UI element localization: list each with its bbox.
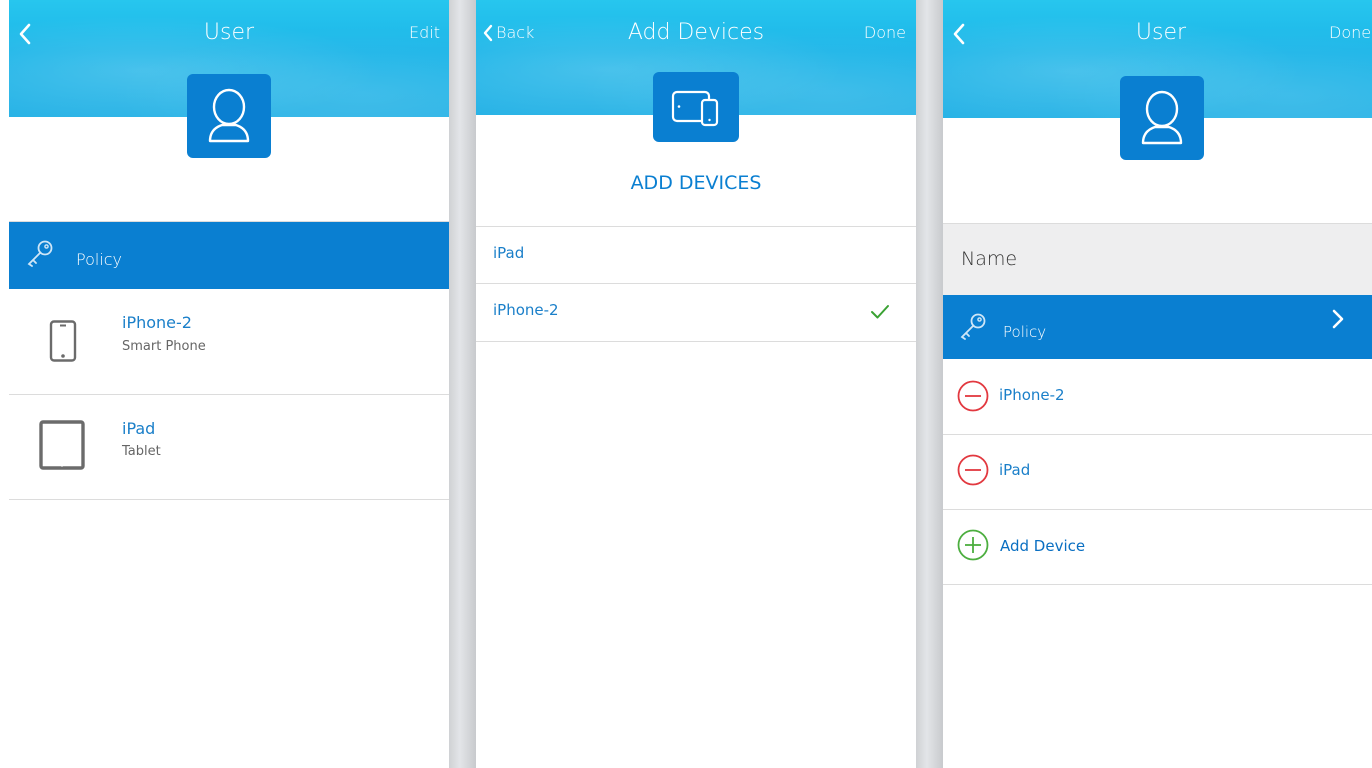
user-icon xyxy=(1141,90,1183,145)
device-name: iPhone-2 xyxy=(493,301,559,319)
key-icon xyxy=(25,238,55,272)
edit-button[interactable]: Edit xyxy=(409,23,440,42)
device-type: Smart Phone xyxy=(122,339,206,354)
list-item[interactable]: iPad xyxy=(476,227,916,283)
policy-label: Policy xyxy=(1003,323,1047,341)
add-device-button[interactable]: Add Device xyxy=(943,510,1372,584)
divider xyxy=(476,341,916,342)
nav-title: Add Devices xyxy=(627,20,765,45)
list-item[interactable]: iPhone-2 xyxy=(476,284,916,341)
list-item[interactable]: iPhone-2 xyxy=(943,359,1372,434)
devices-icon xyxy=(671,90,719,127)
policy-row[interactable]: Policy xyxy=(9,222,449,289)
user-detail-screen: User Edit Policy iPhone-2 Smart Phone iP… xyxy=(9,0,449,768)
key-icon xyxy=(958,311,988,345)
nav-title: User xyxy=(203,20,255,45)
device-type: Tablet xyxy=(122,444,161,459)
user-edit-screen: User Done Name Policy iPhone-2 iPad Add … xyxy=(943,0,1372,768)
name-row[interactable]: Name xyxy=(943,224,1372,295)
tablet-icon xyxy=(39,420,85,474)
devices-badge xyxy=(653,72,739,142)
remove-circle-icon[interactable] xyxy=(957,454,989,490)
device-name: iPad xyxy=(122,419,156,438)
device-row[interactable]: iPhone-2 Smart Phone xyxy=(9,290,449,394)
user-icon xyxy=(208,88,250,143)
avatar xyxy=(187,74,271,158)
checkmark-icon xyxy=(870,304,890,324)
divider xyxy=(943,584,1372,585)
name-label: Name xyxy=(961,248,1018,270)
remove-circle-icon[interactable] xyxy=(957,380,989,416)
screen-divider xyxy=(916,0,943,768)
smartphone-icon xyxy=(49,320,77,366)
device-name: iPad xyxy=(493,244,525,262)
done-button[interactable]: Done xyxy=(864,23,906,42)
screen-divider xyxy=(449,0,476,768)
device-name: iPad xyxy=(999,461,1031,479)
chevron-right-icon xyxy=(1331,308,1345,334)
add-devices-screen: Back Add Devices Done ADD DEVICES iPad i… xyxy=(476,0,916,768)
divider xyxy=(9,499,449,500)
policy-row[interactable]: Policy xyxy=(943,295,1372,359)
device-row[interactable]: iPad Tablet xyxy=(9,395,449,499)
policy-label: Policy xyxy=(76,250,123,269)
add-circle-icon xyxy=(957,529,989,565)
device-name: iPhone-2 xyxy=(122,313,192,332)
avatar xyxy=(1120,76,1204,160)
device-name: iPhone-2 xyxy=(999,386,1065,404)
add-device-label: Add Device xyxy=(1000,537,1086,555)
done-button[interactable]: Done xyxy=(1329,23,1371,42)
nav-title: User xyxy=(1135,20,1187,45)
list-item[interactable]: iPad xyxy=(943,435,1372,509)
section-heading: ADD DEVICES xyxy=(630,172,762,194)
